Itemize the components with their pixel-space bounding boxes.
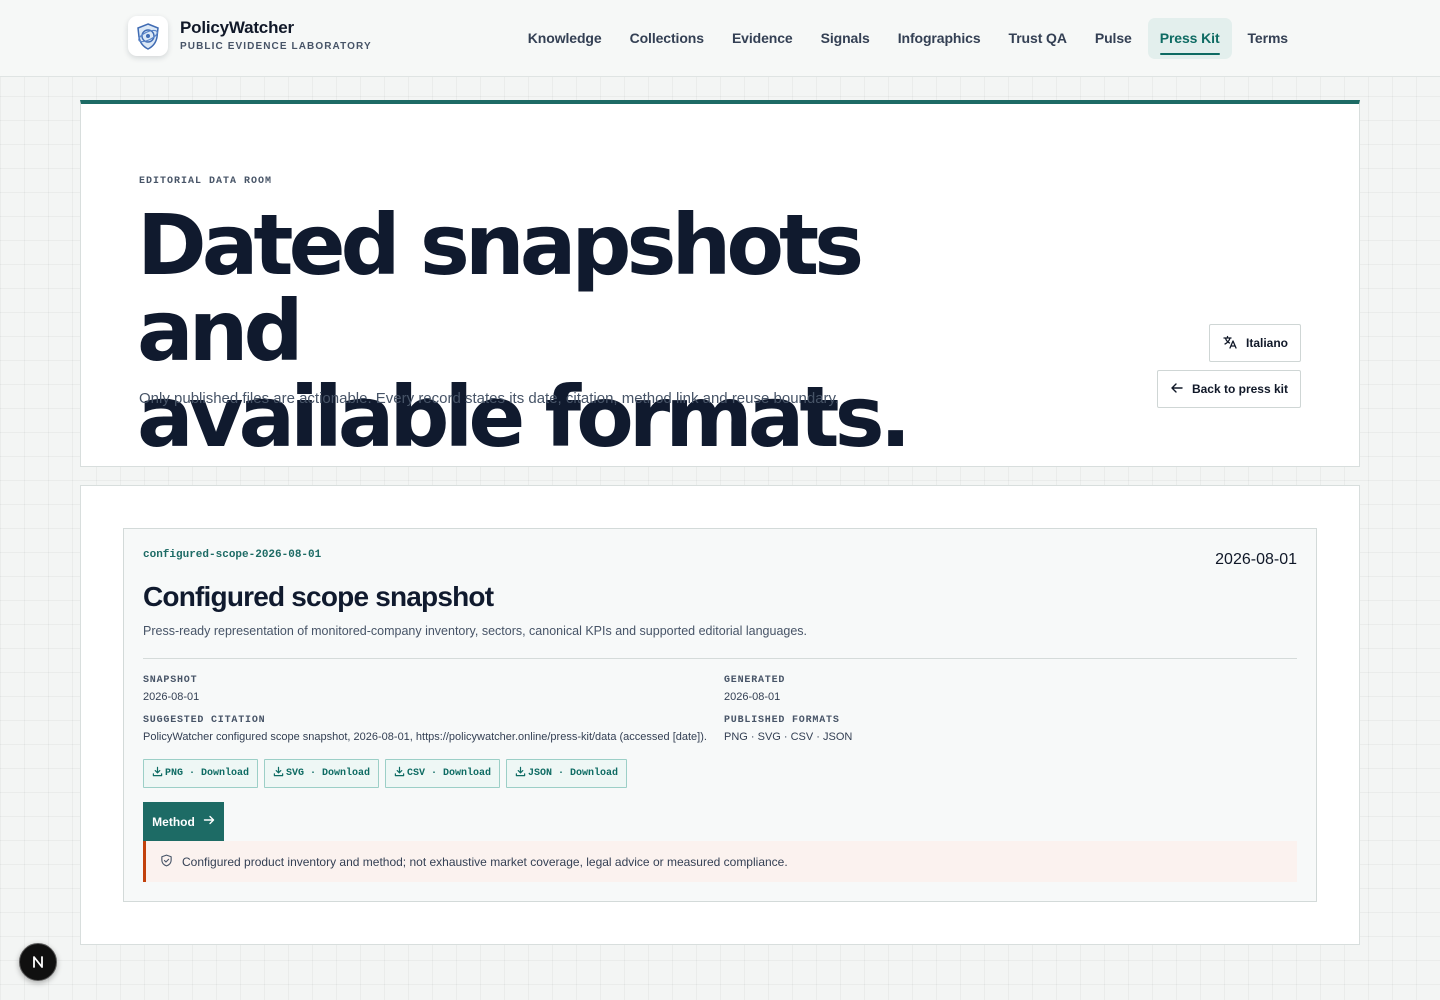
formats-label: PUBLISHED FORMATS xyxy=(724,715,840,726)
method-button[interactable]: Method xyxy=(143,802,224,841)
download-icon xyxy=(515,766,526,781)
download-json-button[interactable]: JSON · Download xyxy=(506,759,628,788)
main-nav: Knowledge Collections Evidence Signals I… xyxy=(516,18,1300,59)
citation-value: PolicyWatcher configured scope snapshot,… xyxy=(143,731,707,743)
brand-subtitle: PUBLIC EVIDENCE LABORATORY xyxy=(180,41,372,52)
n-logo-icon xyxy=(33,956,43,968)
download-icon xyxy=(152,766,163,781)
page-title: Dated snapshots and available formats. xyxy=(137,202,1017,460)
hero-description: Only published files are actionable. Eve… xyxy=(139,390,840,407)
dev-tools-badge[interactable] xyxy=(19,943,57,981)
back-button-label: Back to press kit xyxy=(1191,382,1288,396)
download-png-label: PNG · Download xyxy=(165,768,250,779)
arrow-right-icon xyxy=(203,814,215,829)
download-png-button[interactable]: PNG · Download xyxy=(143,759,259,788)
nav-terms[interactable]: Terms xyxy=(1236,18,1300,59)
snapshot-panel: configured-scope-2026-08-01 2026-08-01 C… xyxy=(80,485,1360,945)
nav-collections[interactable]: Collections xyxy=(618,18,716,59)
formats-value: PNG · SVG · CSV · JSON xyxy=(724,731,853,743)
download-svg-button[interactable]: SVG · Download xyxy=(264,759,380,788)
snapshot-id: configured-scope-2026-08-01 xyxy=(143,549,322,561)
snapshot-value: 2026-08-01 xyxy=(143,691,200,703)
nav-trust-qa[interactable]: Trust QA xyxy=(997,18,1079,59)
page-title-line-2: available formats. xyxy=(137,368,911,466)
hero-eyebrow: EDITORIAL DATA ROOM xyxy=(139,176,273,187)
arrow-left-icon xyxy=(1170,381,1184,398)
nav-signals[interactable]: Signals xyxy=(809,18,882,59)
language-button[interactable]: Italiano xyxy=(1208,324,1301,362)
download-icon xyxy=(394,766,405,781)
snapshot-description: Press-ready representation of monitored-… xyxy=(143,624,808,638)
nav-knowledge[interactable]: Knowledge xyxy=(516,18,614,59)
download-svg-label: SVG · Download xyxy=(286,768,371,779)
shield-globe-icon xyxy=(128,16,168,56)
nav-infographics[interactable]: Infographics xyxy=(886,18,993,59)
hero-card: EDITORIAL DATA ROOM Dated snapshots and … xyxy=(80,100,1360,467)
page-title-line-1: Dated snapshots and xyxy=(137,196,864,380)
snapshot-label: SNAPSHOT xyxy=(143,675,198,686)
site-header: PolicyWatcher PUBLIC EVIDENCE LABORATORY… xyxy=(0,0,1440,77)
generated-value: 2026-08-01 xyxy=(724,691,781,703)
download-json-label: JSON · Download xyxy=(528,768,619,779)
language-button-label: Italiano xyxy=(1245,336,1288,350)
brand[interactable]: PolicyWatcher PUBLIC EVIDENCE LABORATORY xyxy=(128,16,372,56)
nav-evidence[interactable]: Evidence xyxy=(720,18,805,59)
generated-label: GENERATED xyxy=(724,675,786,686)
snapshot-title: Configured scope snapshot xyxy=(143,581,494,612)
shield-check-icon xyxy=(160,854,173,870)
download-csv-label: CSV · Download xyxy=(407,768,492,779)
snapshot-date: 2026-08-01 xyxy=(1215,551,1297,568)
citation-label: SUGGESTED CITATION xyxy=(143,715,266,726)
nav-pulse[interactable]: Pulse xyxy=(1083,18,1144,59)
download-icon xyxy=(273,766,284,781)
download-buttons: PNG · Download SVG · Download CSV · Down… xyxy=(143,759,628,788)
snapshot-card: configured-scope-2026-08-01 2026-08-01 C… xyxy=(123,528,1317,902)
divider xyxy=(143,658,1297,659)
notice-text: Configured product inventory and method;… xyxy=(182,854,788,869)
download-csv-button[interactable]: CSV · Download xyxy=(385,759,501,788)
method-button-label: Method xyxy=(152,814,195,829)
brand-name: PolicyWatcher xyxy=(180,18,294,37)
translate-icon xyxy=(1222,334,1238,353)
nav-press-kit[interactable]: Press Kit xyxy=(1147,18,1232,59)
reuse-boundary-notice: Configured product inventory and method;… xyxy=(143,841,1297,882)
back-to-press-kit-button[interactable]: Back to press kit xyxy=(1156,370,1301,408)
